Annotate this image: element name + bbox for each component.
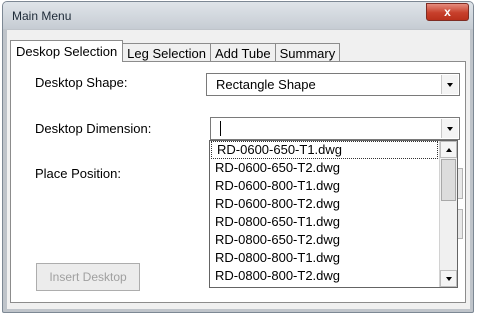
scroll-up-icon bbox=[445, 147, 452, 152]
dropdown-item[interactable]: RD-0800-650-T1.dwg bbox=[210, 213, 439, 231]
text-caret bbox=[220, 121, 221, 136]
close-icon: x bbox=[444, 5, 451, 19]
tab-deskop-selection[interactable]: Deskop Selection bbox=[10, 40, 124, 62]
scroll-up-button[interactable] bbox=[440, 141, 457, 158]
scroll-thumb[interactable] bbox=[441, 159, 456, 201]
desktop-dimension-dropdown-button[interactable] bbox=[441, 119, 458, 138]
place-position-label: Place Position: bbox=[35, 166, 121, 181]
desktop-dimension-combo[interactable] bbox=[210, 117, 460, 140]
desktop-shape-dropdown-button[interactable] bbox=[441, 75, 458, 94]
window-title: Main Menu bbox=[12, 9, 72, 23]
main-menu-window: Main Menu x Deskop Selection Leg Selecti… bbox=[2, 1, 474, 313]
tab-leg-selection[interactable]: Leg Selection bbox=[122, 43, 211, 62]
dropdown-item[interactable]: RD-0600-800-T2.dwg bbox=[210, 195, 439, 213]
tab-add-tube[interactable]: Add Tube bbox=[209, 43, 276, 62]
dropdown-item[interactable]: RD-0600-650-T2.dwg bbox=[210, 159, 439, 177]
close-button[interactable]: x bbox=[426, 3, 469, 21]
title-bar[interactable]: Main Menu x bbox=[3, 2, 473, 29]
desktop-dimension-label: Desktop Dimension: bbox=[35, 121, 152, 136]
desktop-dimension-dropdown-list[interactable]: RD-0600-650-T1.dwg RD-0600-650-T2.dwg RD-0… bbox=[209, 140, 458, 288]
dropdown-item[interactable]: RD-0800-800-T2.dwg bbox=[210, 267, 439, 285]
dropdown-items: RD-0600-650-T1.dwg RD-0600-650-T2.dwg RD-0… bbox=[210, 141, 439, 287]
desktop-shape-combo[interactable]: Rectangle Shape bbox=[206, 73, 460, 96]
insert-desktop-button[interactable]: Insert Desktop bbox=[36, 263, 140, 291]
dropdown-item[interactable]: RD-0800-650-T2.dwg bbox=[210, 231, 439, 249]
dropdown-scrollbar[interactable] bbox=[439, 141, 457, 287]
desktop-shape-label: Desktop Shape: bbox=[35, 75, 128, 90]
chevron-down-icon bbox=[447, 82, 453, 87]
scroll-down-icon bbox=[445, 276, 452, 281]
dropdown-item[interactable]: RD-0600-650-T1.dwg bbox=[211, 141, 438, 159]
dropdown-item[interactable]: RD-0600-800-T1.dwg bbox=[210, 177, 439, 195]
dropdown-item[interactable]: RD-0800-800-T1.dwg bbox=[210, 249, 439, 267]
desktop-shape-value: Rectangle Shape bbox=[216, 77, 316, 92]
chevron-down-icon bbox=[447, 126, 453, 131]
tab-strip: Deskop Selection Leg Selection Add Tube … bbox=[10, 40, 341, 62]
tab-summary[interactable]: Summary bbox=[274, 43, 341, 62]
scroll-down-button[interactable] bbox=[440, 270, 457, 287]
